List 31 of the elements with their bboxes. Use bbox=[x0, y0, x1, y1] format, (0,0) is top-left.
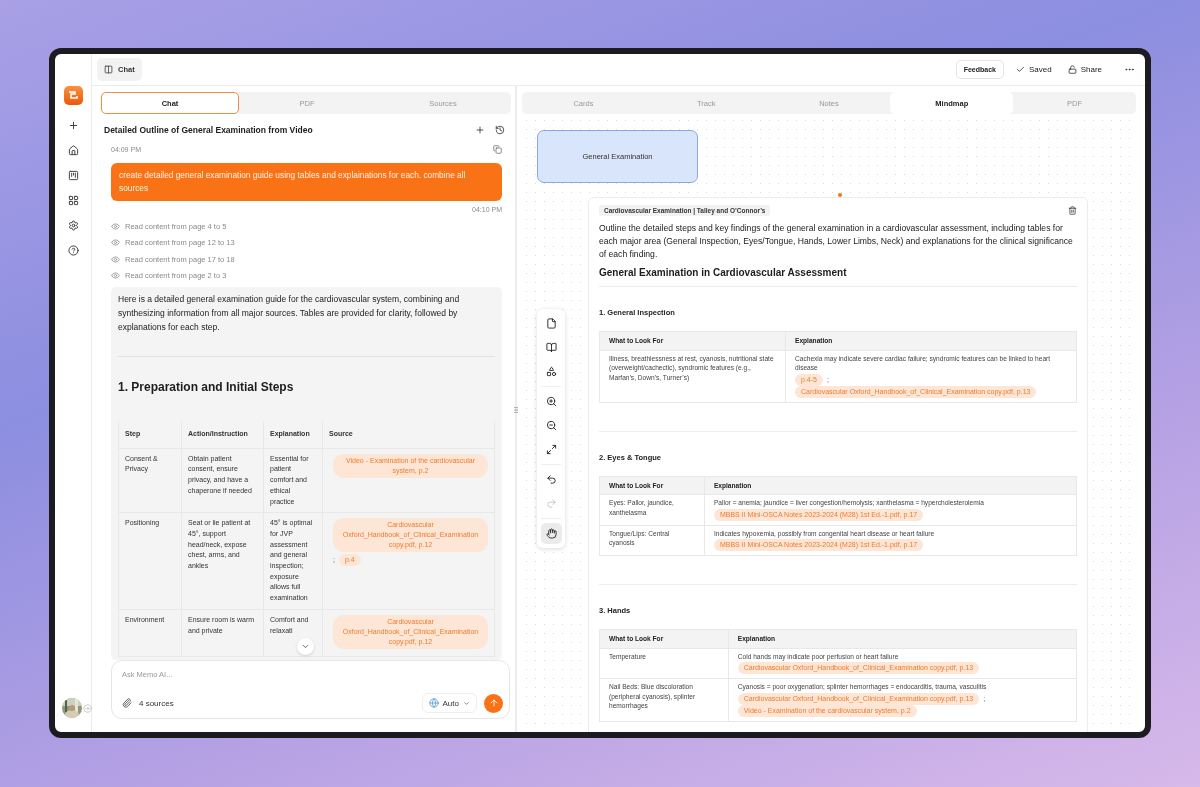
card-heading: General Examination in Cardiovascular Assessment bbox=[599, 267, 1077, 287]
history-icon[interactable] bbox=[495, 125, 505, 135]
trash-icon[interactable] bbox=[1068, 206, 1077, 215]
mindmap-card[interactable] bbox=[588, 197, 1088, 732]
columns-icon bbox=[104, 65, 113, 74]
card-question: Outline the detailed steps and key findings of the general examination in a cardiovascular assessment, including tables for each major area (General Inspection, Eyes/Tongue, Hands, Lower Limbs, Neck) and explanations for the clinical significance of each finding. bbox=[599, 222, 1074, 261]
arrow-up-icon bbox=[488, 698, 499, 708]
eye-icon bbox=[111, 221, 120, 231]
chat-title: Detailed Outline of General Examination from Video bbox=[104, 125, 314, 135]
user-message: create detailed general examination guide using tables and explainations for each. combine all sources bbox=[111, 163, 502, 201]
eye-icon bbox=[111, 271, 120, 281]
eye-icon bbox=[111, 238, 120, 248]
connector-dot bbox=[838, 193, 842, 197]
saved-button[interactable]: Saved bbox=[1011, 65, 1056, 74]
answer-intro: Here is a detailed general examination guide for the cardiovascular system, combining and synthesizing information from all major sources. Tables are provided for clarity, followed by explanations for each step. bbox=[118, 293, 461, 334]
share-button[interactable]: Share bbox=[1063, 65, 1106, 74]
tool-button[interactable] bbox=[540, 523, 562, 544]
resize-handle[interactable] bbox=[512, 406, 520, 414]
sources-count[interactable]: 4 sources bbox=[139, 698, 174, 708]
logo-icon[interactable] bbox=[63, 86, 83, 105]
send-button[interactable] bbox=[484, 693, 503, 713]
lock-icon bbox=[1067, 65, 1077, 74]
answer-heading: 1. Preparation and Initial Steps bbox=[118, 380, 295, 394]
caret-icon bbox=[463, 699, 470, 707]
globe-icon bbox=[428, 698, 439, 708]
mode-dropdown[interactable]: Auto bbox=[421, 693, 477, 713]
paperclip-icon[interactable] bbox=[122, 698, 132, 708]
eye-icon bbox=[111, 254, 120, 264]
add-icon[interactable] bbox=[475, 125, 485, 135]
chevron-down-icon bbox=[301, 642, 310, 651]
check-icon bbox=[1015, 65, 1025, 74]
